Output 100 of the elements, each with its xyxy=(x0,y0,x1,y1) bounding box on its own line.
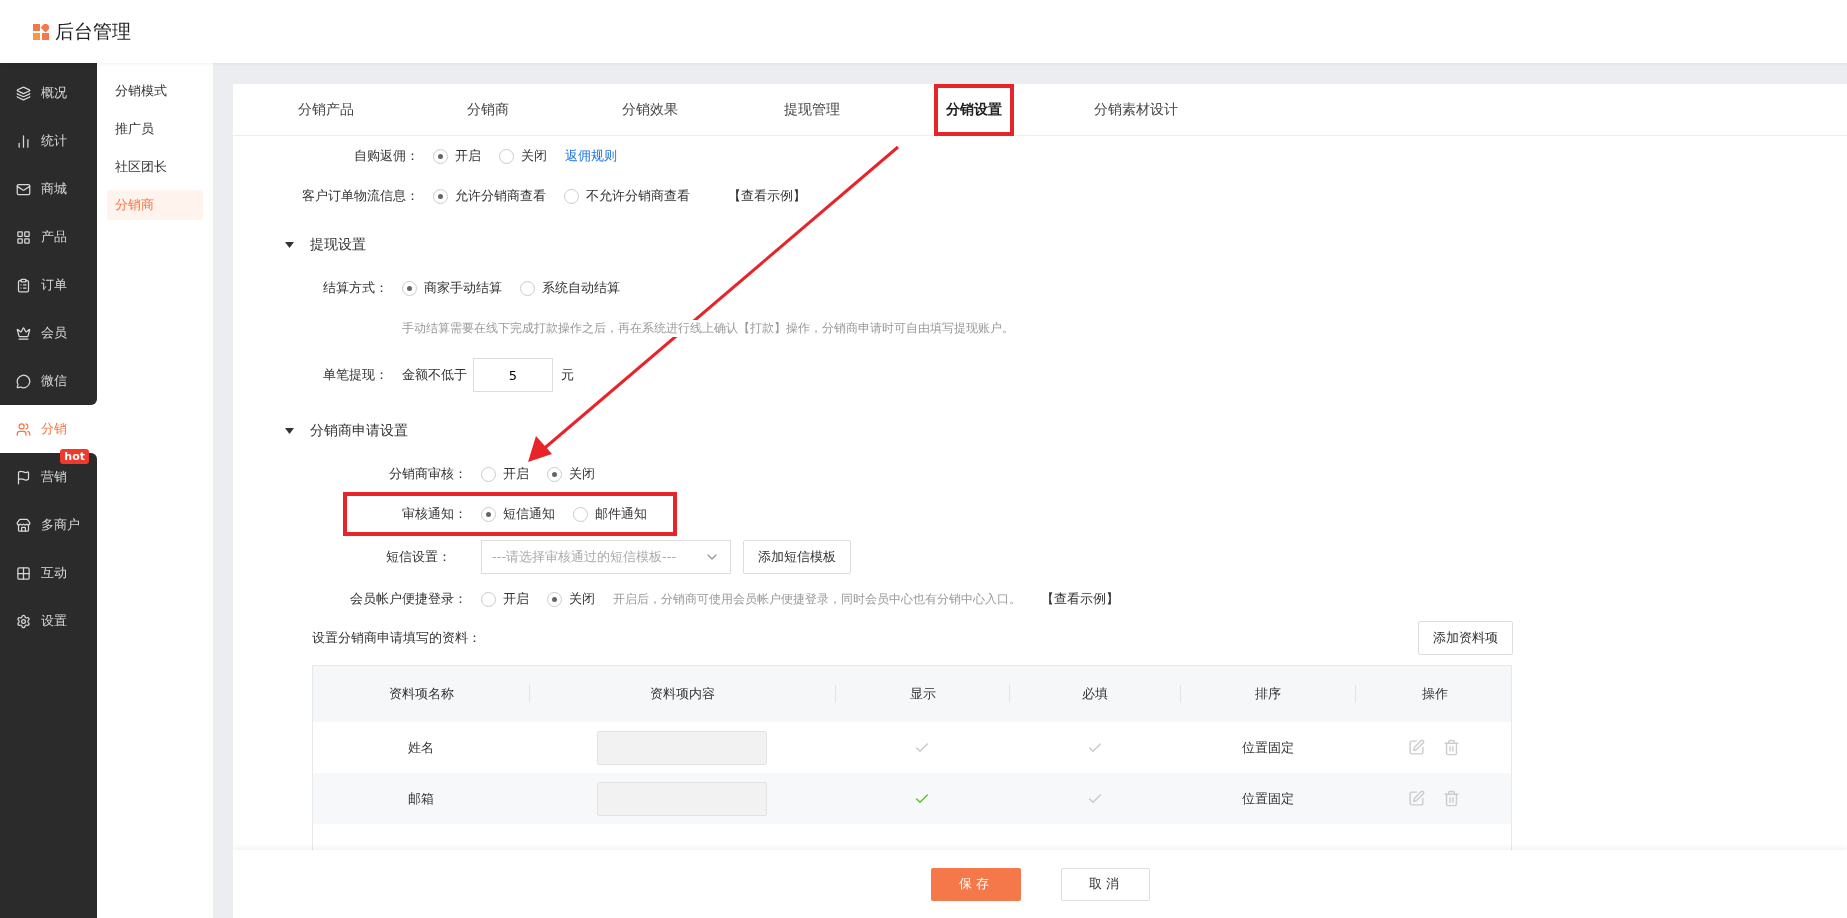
sidebar-item[interactable]: 设置 xyxy=(0,597,97,645)
column-header: 资料项名称 xyxy=(387,685,455,703)
radio-button[interactable] xyxy=(564,188,579,204)
column-header: 显示 xyxy=(835,685,1009,703)
sidebar-item[interactable]: 统计 xyxy=(0,117,97,165)
sidebar-label: 多商户 xyxy=(41,516,80,534)
radio-button[interactable] xyxy=(433,188,448,204)
edit-icon[interactable] xyxy=(1408,739,1425,756)
radio-label: 开启 xyxy=(503,465,529,483)
field-label: 客户订单物流信息： xyxy=(301,187,420,205)
sidebar-label: 互动 xyxy=(41,564,67,582)
radio-button[interactable] xyxy=(547,591,562,607)
radio-button[interactable] xyxy=(520,280,535,296)
field-label: 自购返佣： xyxy=(353,147,420,165)
blocks-icon xyxy=(16,565,31,581)
sidebar-item[interactable]: 会员 xyxy=(0,309,97,357)
radio-button[interactable] xyxy=(481,466,496,482)
tab[interactable]: 分销素材设计 xyxy=(1055,84,1217,135)
sidebar-label: 订单 xyxy=(41,276,67,294)
radio-label: 关闭 xyxy=(569,590,595,608)
sidebar-label: 商城 xyxy=(41,180,67,198)
users-icon xyxy=(16,421,31,437)
sidebar-label: 会员 xyxy=(41,324,67,342)
radio-button[interactable] xyxy=(481,506,496,522)
radio-label: 开启 xyxy=(455,147,481,165)
sidebar-item[interactable]: 产品 xyxy=(0,213,97,261)
caret-down-icon[interactable] xyxy=(285,428,294,434)
table-cell-text: 位置固定 xyxy=(1240,738,1295,757)
amount-input[interactable]: 5 xyxy=(473,358,553,392)
rules-link[interactable]: 返佣规则 xyxy=(565,147,617,165)
crown-icon xyxy=(16,325,31,341)
radio-label: 允许分销商查看 xyxy=(455,187,546,205)
currency-unit: 元 xyxy=(561,366,574,384)
hot-badge: hot xyxy=(60,449,89,464)
add-template-button[interactable]: 添加短信模板 xyxy=(743,539,851,574)
caret-down-icon[interactable] xyxy=(285,242,294,248)
flag-icon xyxy=(16,469,31,485)
sidebar-item[interactable]: 商城 xyxy=(0,165,97,213)
amount-prefix: 金额不低于 xyxy=(402,366,467,384)
section-title: 分销商申请设置 xyxy=(310,422,408,440)
radio-button[interactable] xyxy=(499,148,514,164)
field-label: 短信设置： xyxy=(385,547,452,566)
radio-label: 系统自动结算 xyxy=(542,279,620,297)
trash-icon[interactable] xyxy=(1443,739,1460,756)
radio-button[interactable] xyxy=(573,506,588,522)
sidebar-label: 统计 xyxy=(41,132,67,150)
clipboard-icon xyxy=(16,277,31,293)
radio-label: 关闭 xyxy=(521,147,547,165)
sidebar-item[interactable]: 多商户 xyxy=(0,501,97,549)
layers-icon xyxy=(16,85,31,101)
sidebar-label: 微信 xyxy=(41,372,67,390)
radio-label: 开启 xyxy=(503,590,529,608)
trash-icon[interactable] xyxy=(1443,790,1460,807)
column-header: 操作 xyxy=(1355,685,1513,703)
field-label: 单笔提现： xyxy=(322,366,389,384)
example-link[interactable]: 【查看示例】 xyxy=(728,187,806,205)
table-cell-text: 姓名 xyxy=(407,738,435,757)
sidebar-label: 产品 xyxy=(41,228,67,246)
radio-label: 关闭 xyxy=(569,465,595,483)
sidebar-label: 概况 xyxy=(41,84,67,102)
chat-bubble-icon xyxy=(16,373,31,389)
tab[interactable]: 分销设置 xyxy=(893,84,1055,135)
example-link[interactable]: 【查看示例】 xyxy=(1041,590,1119,608)
radio-label: 邮件通知 xyxy=(595,505,647,523)
radio-button[interactable] xyxy=(433,148,448,164)
section-title: 提现设置 xyxy=(310,236,366,254)
sidebar-item[interactable]: 互动 xyxy=(0,549,97,597)
sidebar-label: 设置 xyxy=(41,612,67,630)
add-field-button[interactable]: 添加资料项 xyxy=(1418,621,1513,655)
edit-icon[interactable] xyxy=(1408,790,1425,807)
bar-chart-icon xyxy=(16,133,31,149)
subnav-item[interactable]: 推广员 xyxy=(107,114,203,144)
column-header: 必填 xyxy=(1009,685,1180,703)
settings-icon xyxy=(16,613,31,629)
grid-icon xyxy=(16,229,31,245)
radio-button[interactable] xyxy=(402,280,417,296)
table-cell-text: 位置固定 xyxy=(1240,789,1295,808)
sidebar-item[interactable]: 订单 xyxy=(0,261,97,309)
radio-button[interactable] xyxy=(547,466,562,482)
radio-button[interactable] xyxy=(481,591,496,607)
subnav-item[interactable]: 分销模式 xyxy=(107,76,203,106)
tab[interactable]: 分销商 xyxy=(407,84,569,135)
cancel-button[interactable]: 取消 xyxy=(1061,867,1150,901)
field-label: 审核通知： xyxy=(401,505,468,523)
field-label: 会员帐户便捷登录： xyxy=(349,590,468,608)
sidebar-item[interactable]: 概况 xyxy=(0,69,97,117)
column-header: 资料项内容 xyxy=(529,685,835,703)
sidebar-item[interactable]: 微信 xyxy=(0,357,97,405)
section-label: 设置分销商申请填写的资料： xyxy=(312,629,481,647)
app-title: 后台管理 xyxy=(55,18,131,44)
envelope-icon xyxy=(16,181,31,197)
tab[interactable]: 分销产品 xyxy=(245,84,407,135)
radio-label: 短信通知 xyxy=(503,505,555,523)
tab[interactable]: 分销效果 xyxy=(569,84,731,135)
sidebar-label: 分销 xyxy=(41,420,67,438)
subnav-item[interactable]: 社区团长 xyxy=(107,152,203,182)
table-cell-text: 邮箱 xyxy=(407,789,435,808)
sidebar-label: 营销 xyxy=(41,468,67,486)
tab[interactable]: 提现管理 xyxy=(731,84,893,135)
radio-label: 商家手动结算 xyxy=(424,279,502,297)
